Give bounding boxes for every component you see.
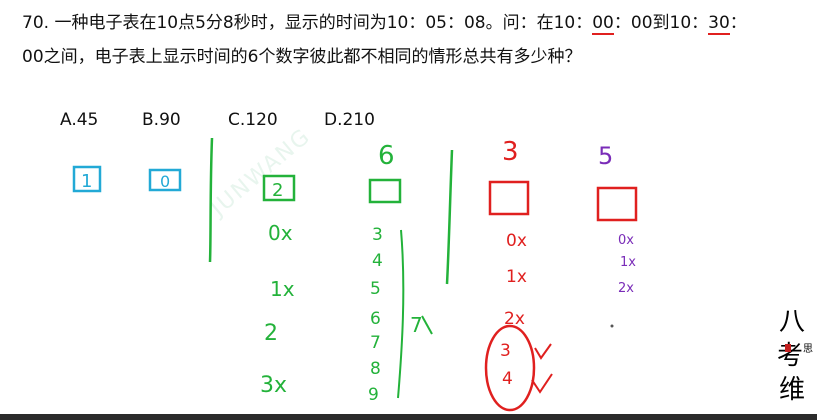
- blue-digit-0: 0: [160, 172, 170, 191]
- green-item: 8: [370, 359, 381, 379]
- purple-item: 2x: [618, 281, 634, 296]
- red-item: 0x: [506, 231, 527, 251]
- red-circle: [484, 324, 536, 412]
- green-digit-2: 2: [272, 180, 283, 201]
- green-item: 1x: [270, 277, 295, 301]
- handwriting-board: 1 0 2 0x 1x 2 3x 6 3 4 5 6 7 8 9 7 3 0x …: [72, 137, 638, 412]
- blue-box-1: 1: [72, 165, 102, 193]
- purple-item: 1x: [620, 255, 636, 270]
- green-item: 9: [368, 385, 379, 405]
- brand-logo: 八 考 思 维: [777, 307, 813, 405]
- green-item: 4: [372, 251, 383, 271]
- bottom-bar: [0, 414, 817, 420]
- green-item: 3: [372, 225, 383, 245]
- green-item: 2: [264, 321, 278, 346]
- blue-digit-1: 1: [81, 171, 92, 192]
- green-count-tick: [421, 315, 433, 335]
- green-count-7: 7: [410, 313, 423, 337]
- logo-small-char: 思: [803, 343, 813, 355]
- red-item: 3: [500, 341, 511, 361]
- purple-item: 0x: [618, 233, 634, 248]
- green-divider-1: [208, 137, 214, 263]
- red-check: [531, 373, 553, 394]
- green-divider-2: [445, 149, 454, 285]
- green-item: 5: [370, 279, 381, 299]
- red-check: [534, 343, 552, 360]
- green-bracket: [397, 229, 405, 399]
- green-item: 3x: [260, 373, 287, 398]
- logo-char: 维: [779, 375, 805, 405]
- red-box: [488, 180, 530, 216]
- green-head-6: 6: [378, 141, 395, 171]
- purple-head-5: 5: [598, 142, 613, 170]
- green-item: 6: [370, 309, 381, 329]
- green-item: 0x: [268, 221, 293, 245]
- blue-box-0: 0: [148, 168, 182, 192]
- red-item: 1x: [506, 267, 527, 287]
- green-item: 7: [370, 333, 381, 353]
- red-box-2: [596, 186, 638, 222]
- red-item: 4: [502, 369, 513, 389]
- red-head-3: 3: [502, 137, 519, 167]
- green-box-col3: [368, 178, 402, 204]
- logo-seal: [785, 344, 791, 352]
- logo-char: 八: [779, 307, 805, 337]
- stray-dot: [610, 324, 614, 328]
